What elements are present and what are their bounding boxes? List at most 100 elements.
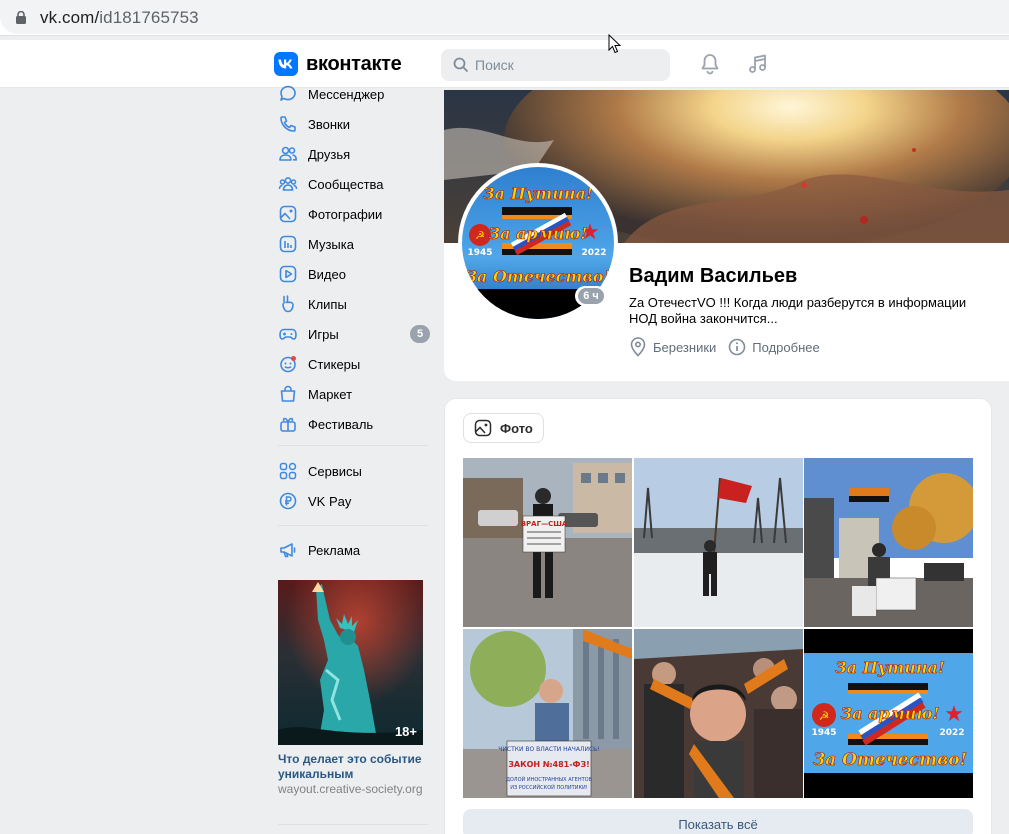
vk-logo-text: вконтакте bbox=[306, 52, 402, 75]
avatar-text-army: За армию! bbox=[489, 224, 588, 243]
svg-text:☭: ☭ bbox=[475, 229, 485, 242]
photo-thumbnail[interactable] bbox=[634, 458, 803, 627]
sidebar-ad[interactable]: 18+ Что делает это событие уникальным wa… bbox=[278, 580, 423, 797]
ad-title[interactable]: Что делает это событие уникальным bbox=[278, 752, 423, 782]
vkpay-icon bbox=[279, 492, 297, 510]
sidebar-divider bbox=[278, 445, 428, 446]
svg-text:ИЗ РОССИЙСКОЙ ПОЛИТИКИ!: ИЗ РОССИЙСКОЙ ПОЛИТИКИ! bbox=[510, 784, 588, 791]
stickers-icon bbox=[280, 356, 296, 373]
sidebar-item-photos[interactable]: Фотографии bbox=[274, 199, 430, 229]
video-icon bbox=[279, 265, 297, 283]
photo-thumbnail[interactable]: ☭ ★ За Путина! За армию! За Отечество! 1… bbox=[804, 629, 973, 798]
profile-meta: Березники Подробнее bbox=[629, 337, 832, 357]
url-host: vk.com/ bbox=[40, 8, 100, 27]
svg-text:ВРАГ—США: ВРАГ—США bbox=[521, 520, 568, 528]
phone-icon bbox=[280, 116, 296, 132]
sidebar-item-communities[interactable]: Сообщества bbox=[274, 169, 430, 199]
profile-name: Вадим Васильев bbox=[629, 265, 798, 287]
services-icon bbox=[279, 462, 297, 480]
vk-logo-icon bbox=[274, 52, 298, 76]
sidebar-item-label: Друзья bbox=[308, 146, 351, 162]
info-icon bbox=[728, 338, 746, 356]
ad-image[interactable]: 18+ bbox=[278, 580, 423, 745]
search-box[interactable] bbox=[441, 49, 670, 81]
sidebar-item-festival[interactable]: Фестиваль bbox=[274, 409, 430, 439]
sidebar-item-label: Фестиваль bbox=[308, 416, 374, 432]
sidebar-item-games[interactable]: Игры 5 bbox=[274, 319, 430, 349]
sidebar-item-label: VK Pay bbox=[308, 493, 352, 509]
avatar-text-fatherland: За Отечество! bbox=[465, 267, 610, 286]
sidebar-divider bbox=[278, 824, 428, 825]
law-sign-photo: ЧИСТКИ ВО ВЛАСТИ НАЧАЛИСЬ! ЗАКОН №481-ФЗ… bbox=[463, 629, 632, 798]
sidebar-item-calls[interactable]: Звонки bbox=[274, 109, 430, 139]
sidebar-item-label: Мессенджер bbox=[308, 86, 385, 102]
vk-logo[interactable]: вконтакте bbox=[274, 52, 402, 76]
lock-icon bbox=[16, 11, 26, 24]
photo-thumbnail[interactable] bbox=[804, 458, 973, 627]
photo-thumbnail[interactable]: ВРАГ—США bbox=[463, 458, 632, 627]
photo-thumbnail[interactable] bbox=[634, 629, 803, 798]
messenger-icon bbox=[280, 85, 296, 101]
bell-icon[interactable] bbox=[698, 52, 722, 76]
age-rating: 18+ bbox=[394, 724, 417, 739]
browser-address-bar: vk.com/id181765753 bbox=[0, 0, 1009, 36]
avatar-text-putin: За Путина! bbox=[483, 184, 593, 203]
snow-flag-photo bbox=[634, 458, 803, 627]
music-note-icon[interactable] bbox=[746, 52, 770, 76]
sidebar-item-label: Реклама bbox=[308, 542, 361, 558]
sidebar-item-music[interactable]: Музыка bbox=[274, 229, 430, 259]
games-count-badge: 5 bbox=[410, 325, 430, 343]
photo-thumbnail[interactable]: ЧИСТКИ ВО ВЛАСТИ НАЧАЛИСЬ! ЗАКОН №481-ФЗ… bbox=[463, 629, 632, 798]
sidebar-item-clips[interactable]: Клипы bbox=[274, 289, 430, 319]
sidebar-item-label: Звонки bbox=[308, 116, 350, 132]
clips-icon bbox=[282, 295, 294, 313]
sidebar-item-label: Музыка bbox=[308, 236, 354, 252]
ads-icon bbox=[280, 543, 296, 558]
show-all-photos-button[interactable]: Показать всё bbox=[463, 809, 973, 834]
friends-icon bbox=[279, 146, 298, 161]
sidebar-item-label: Видео bbox=[308, 266, 346, 282]
statue-of-liberty-image bbox=[278, 580, 423, 745]
music-icon bbox=[279, 235, 297, 253]
svg-text:1945: 1945 bbox=[811, 728, 836, 738]
photos-icon bbox=[279, 205, 297, 223]
profile-city-label: Березники bbox=[653, 339, 717, 355]
sidebar-item-vkpay[interactable]: VK Pay bbox=[274, 486, 430, 516]
profile-more-button[interactable]: Подробнее bbox=[728, 338, 820, 356]
communities-icon bbox=[278, 177, 298, 191]
sidebar-item-ads[interactable]: Реклама bbox=[274, 535, 430, 565]
sidebar-item-video[interactable]: Видео bbox=[274, 259, 430, 289]
market-icon bbox=[280, 385, 296, 402]
sidebar-item-stickers[interactable]: Стикеры bbox=[274, 349, 430, 379]
svg-text:★: ★ bbox=[944, 702, 964, 727]
sidebar-item-messenger[interactable]: Мессенджер bbox=[274, 79, 430, 109]
crowd-selfie-photo bbox=[634, 629, 803, 798]
svg-text:За армию!: За армию! bbox=[841, 704, 940, 723]
sidebar-item-label: Сервисы bbox=[308, 463, 362, 479]
sidebar-item-label: Сообщества bbox=[308, 176, 384, 192]
svg-text:ЧИСТКИ ВО ВЛАСТИ НАЧАЛИСЬ!: ЧИСТКИ ВО ВЛАСТИ НАЧАЛИСЬ! bbox=[498, 746, 599, 753]
url-path: id181765753 bbox=[99, 8, 199, 27]
svg-text:За Путина!: За Путина! bbox=[835, 658, 945, 677]
ad-site[interactable]: wayout.creative-society.org bbox=[278, 782, 423, 797]
photos-tab-label: Фото bbox=[500, 420, 533, 436]
search-icon bbox=[453, 57, 468, 72]
svg-text:2022: 2022 bbox=[939, 728, 964, 738]
sidebar-item-friends[interactable]: Друзья bbox=[274, 139, 430, 169]
sidebar-item-services[interactable]: Сервисы bbox=[274, 456, 430, 486]
sidebar-item-label: Клипы bbox=[308, 296, 347, 312]
url-text: vk.com/id181765753 bbox=[40, 8, 199, 28]
sidebar-item-label: Стикеры bbox=[308, 356, 361, 372]
svg-text:ЗАКОН №481-ФЗ!: ЗАКОН №481-ФЗ! bbox=[508, 760, 590, 769]
street-picket-photo: ВРАГ—США bbox=[463, 458, 632, 627]
sidebar-item-label: Фотографии bbox=[308, 206, 383, 222]
sidebar-divider bbox=[278, 525, 428, 526]
festival-icon bbox=[280, 417, 296, 432]
photo-icon bbox=[474, 419, 492, 437]
photos-tab[interactable]: Фото bbox=[463, 413, 544, 443]
sidebar-item-market[interactable]: Маркет bbox=[274, 379, 430, 409]
search-input[interactable] bbox=[475, 49, 660, 81]
profile-city[interactable]: Березники bbox=[629, 337, 716, 357]
url-field[interactable]: vk.com/id181765753 bbox=[0, 0, 1009, 34]
profile-status: Za ОтечестVO !!! Когда люди разберутся в… bbox=[629, 295, 967, 326]
